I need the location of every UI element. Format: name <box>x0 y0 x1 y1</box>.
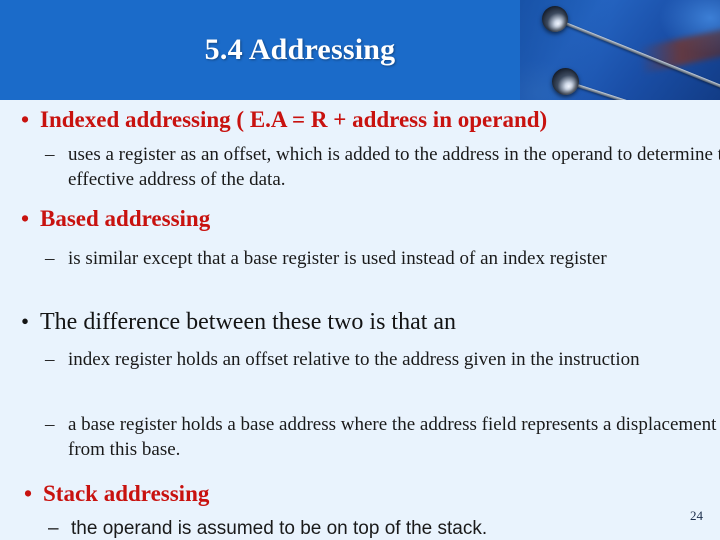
bullet-glyph: • <box>24 481 33 506</box>
bullet-glyph: • <box>21 107 30 132</box>
subbullet-index-register-text: index register holds an offset relative … <box>68 349 640 370</box>
bullet-indexed-addressing-label: Indexed addressing ( E.A = R + address i… <box>40 107 548 132</box>
bullet-stack-addressing-label: Stack addressing <box>43 481 210 506</box>
bullet-based-addressing-label: Based addressing <box>40 206 211 231</box>
bullet-indexed-addressing: • Indexed addressing ( E.A = R + address… <box>0 105 720 135</box>
slide-content: • Indexed addressing ( E.A = R + address… <box>0 100 720 540</box>
bullet-difference: • The difference between these two is th… <box>0 307 720 337</box>
subbullet-indexed-addressing: – uses a register as an offset, which is… <box>0 142 720 192</box>
subbullet-stack-addressing: – the operand is assumed to be on top of… <box>3 516 720 540</box>
pin-head <box>552 68 579 95</box>
subbullet-stack-addressing-text: the operand is assumed to be on top of t… <box>71 518 488 539</box>
subbullet-indexed-addressing-text: uses a register as an offset, which is a… <box>68 144 720 190</box>
pin-head <box>542 6 568 32</box>
slide-title: 5.4 Addressing <box>204 33 396 66</box>
subbullet-base-register: – a base register holds a base address w… <box>0 412 720 462</box>
subbullet-based-addressing-text: is similar except that a base register i… <box>68 248 607 269</box>
bullet-glyph: • <box>21 309 30 334</box>
slide-header-banner: 5.4 Addressing <box>0 0 720 100</box>
bullet-stack-addressing: • Stack addressing <box>3 479 720 509</box>
subbullet-base-register-text: a base register holds a base address whe… <box>68 414 717 460</box>
dash-glyph: – <box>48 518 59 539</box>
dash-glyph: – <box>45 349 55 370</box>
bullet-based-addressing: • Based addressing <box>0 204 720 234</box>
dash-glyph: – <box>45 144 55 165</box>
slide: 5.4 Addressing • Indexed addressing ( E.… <box>0 0 720 540</box>
bullet-difference-label: The difference between these two is that… <box>40 309 457 335</box>
dash-glyph: – <box>45 414 55 435</box>
page-number: 24 <box>690 508 703 523</box>
bullet-glyph: • <box>21 206 30 231</box>
subbullet-index-register: – index register holds an offset relativ… <box>0 347 720 372</box>
dash-glyph: – <box>45 248 55 269</box>
subbullet-based-addressing: – is similar except that a base register… <box>0 246 720 271</box>
